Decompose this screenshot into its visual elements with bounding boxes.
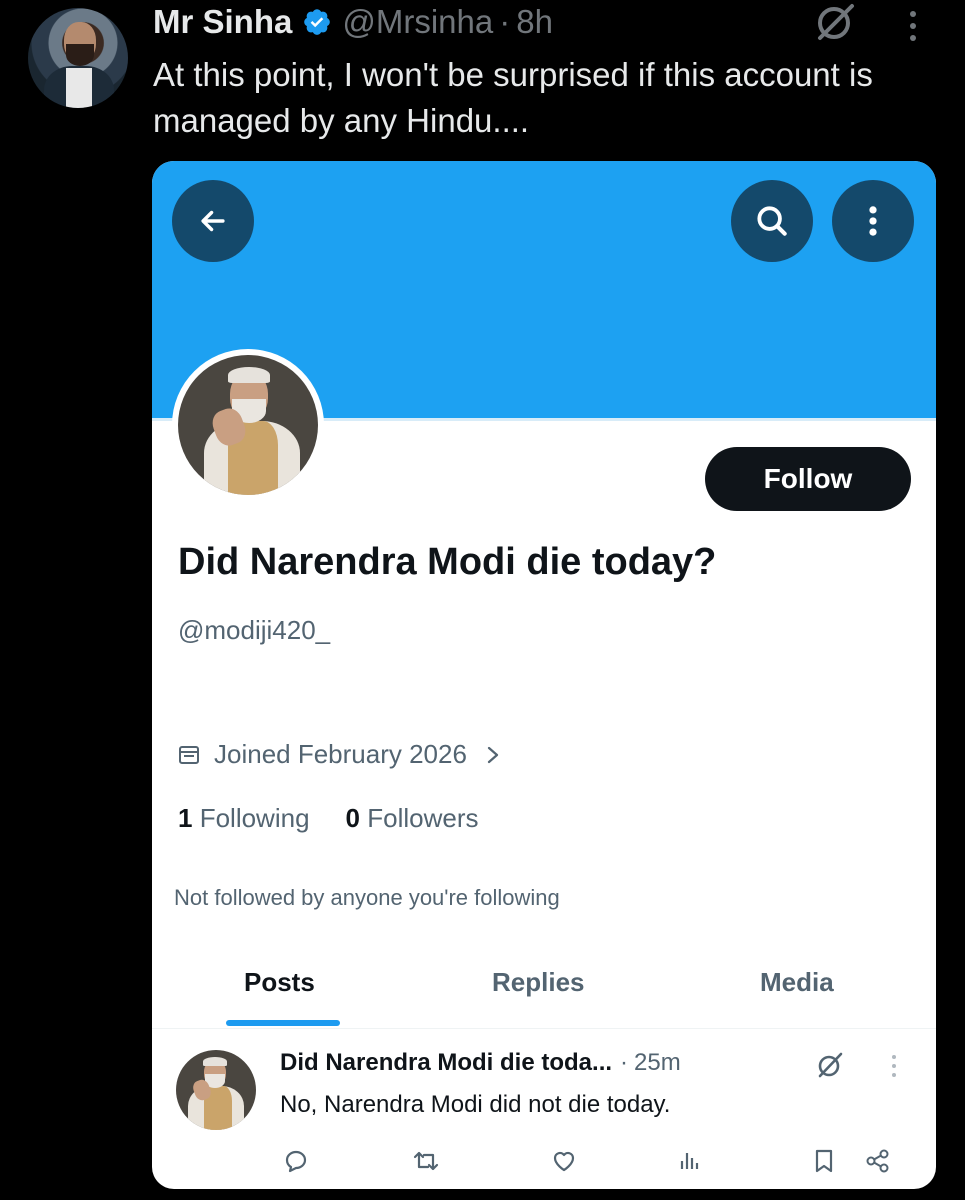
tab-replies[interactable]: Replies xyxy=(492,967,585,998)
tweet-text: At this point, I won't be surprised if t… xyxy=(153,56,873,139)
follow-stats: 1 Following 0 Followers xyxy=(178,803,478,834)
bookmark-icon[interactable] xyxy=(810,1147,838,1175)
followers-label: Followers xyxy=(367,803,479,833)
tweet-header: Mr Sinha @Mrsinha · 8h xyxy=(153,2,553,42)
following-count: 1 xyxy=(178,803,193,833)
profile-more-button[interactable] xyxy=(832,180,914,262)
following-stat[interactable]: 1 Following xyxy=(178,803,310,834)
back-button[interactable] xyxy=(172,180,254,262)
post-separator: · xyxy=(620,1049,629,1076)
active-tab-indicator xyxy=(226,1020,340,1026)
author-avatar[interactable] xyxy=(28,8,128,108)
views-icon[interactable] xyxy=(676,1147,704,1175)
post-more-icon[interactable] xyxy=(887,1051,901,1081)
chevron-right-icon xyxy=(487,746,499,763)
author-handle[interactable]: @Mrsinha xyxy=(342,3,493,41)
not-followed-notice: Not followed by anyone you're following xyxy=(174,885,560,910)
reply-icon[interactable] xyxy=(282,1147,310,1175)
like-icon[interactable] xyxy=(550,1147,578,1175)
post-text: No, Narendra Modi did not die today. xyxy=(280,1091,671,1118)
search-icon xyxy=(757,206,787,236)
post-time[interactable]: 25m xyxy=(634,1049,681,1077)
profile-tabs: Posts Replies Media xyxy=(152,961,936,1029)
share-icon[interactable] xyxy=(864,1147,892,1175)
follow-button[interactable]: Follow xyxy=(705,447,911,511)
search-button[interactable] xyxy=(731,180,813,262)
profile-display-name: Did Narendra Modi die today? xyxy=(178,541,717,583)
post-avatar[interactable] xyxy=(176,1050,256,1130)
more-options-icon[interactable] xyxy=(900,6,926,46)
joined-text: Joined February 2026 xyxy=(214,739,467,769)
tab-posts[interactable]: Posts xyxy=(244,967,315,998)
grok-icon[interactable] xyxy=(812,2,858,42)
tweet-time[interactable]: 8h xyxy=(516,3,553,41)
joined-date[interactable]: Joined February 2026 xyxy=(178,739,501,770)
profile-handle: @modiji420_ xyxy=(178,615,331,645)
calendar-icon xyxy=(179,745,199,764)
verified-badge-icon xyxy=(304,9,331,35)
post-author[interactable]: Did Narendra Modi die toda... xyxy=(280,1049,612,1077)
post-grok-icon[interactable] xyxy=(814,1051,846,1079)
author-name[interactable]: Mr Sinha xyxy=(153,3,292,41)
back-arrow-icon xyxy=(201,210,225,232)
followers-stat[interactable]: 0 Followers xyxy=(346,803,479,834)
following-label: Following xyxy=(199,803,310,833)
separator-dot: · xyxy=(499,3,511,40)
attached-screenshot[interactable]: Follow Did Narendra Modi die today? @mod… xyxy=(152,161,936,1189)
profile-avatar[interactable] xyxy=(172,349,324,501)
more-vertical-icon xyxy=(869,206,877,236)
followers-count: 0 xyxy=(345,803,360,833)
tab-media[interactable]: Media xyxy=(760,967,834,998)
post-header: Did Narendra Modi die toda... · 25m xyxy=(280,1049,681,1077)
retweet-icon[interactable] xyxy=(412,1147,440,1175)
